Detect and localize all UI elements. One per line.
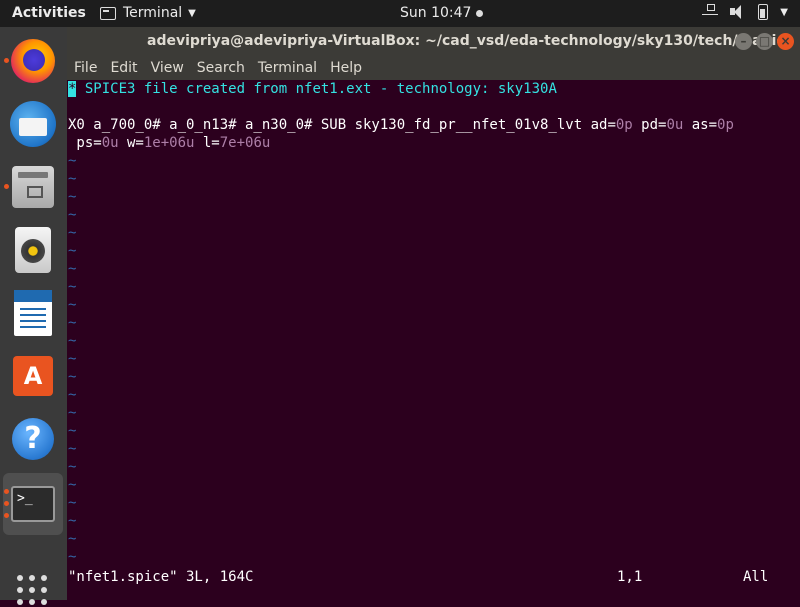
menu-terminal[interactable]: Terminal xyxy=(258,60,317,76)
param-value: 0u xyxy=(101,135,119,151)
param-value: 1e+06u xyxy=(143,135,195,151)
software-icon: A xyxy=(13,356,53,396)
param-value: 7e+06u xyxy=(219,135,271,151)
tilde-marker: ~ xyxy=(68,297,77,313)
menu-file[interactable]: File xyxy=(74,60,97,76)
running-indicator xyxy=(4,184,9,189)
system-tray[interactable]: ▼ xyxy=(702,4,788,20)
window-titlebar[interactable]: adevipriya@adevipriya-VirtualBox: ~/cad_… xyxy=(67,27,800,56)
tilde-marker: ~ xyxy=(68,207,77,223)
tilde-marker: ~ xyxy=(68,369,77,385)
activities-button[interactable]: Activities xyxy=(12,5,86,21)
param-value: 0p xyxy=(717,117,734,133)
thunderbird-icon xyxy=(10,101,56,147)
tilde-marker: ~ xyxy=(68,261,77,277)
terminal-content[interactable]: * SPICE3 file created from nfet1.ext - t… xyxy=(67,80,800,600)
network-icon xyxy=(702,4,719,20)
tilde-marker: ~ xyxy=(68,189,77,205)
netlist-text: X0 a_700_0# a_0_n13# a_n30_0# SUB sky130… xyxy=(68,117,616,133)
tilde-marker: ~ xyxy=(68,225,77,241)
menu-edit[interactable]: Edit xyxy=(110,60,137,76)
tilde-marker: ~ xyxy=(68,513,77,529)
dock-rhythmbox[interactable] xyxy=(3,219,63,281)
clock-label: Sun 10:47 xyxy=(400,5,472,21)
dock-help[interactable]: ? xyxy=(3,408,63,470)
battery-icon xyxy=(758,4,769,20)
app-menu[interactable]: Terminal ▼ xyxy=(100,5,196,21)
tilde-marker: ~ xyxy=(68,387,77,403)
tilde-marker: ~ xyxy=(68,315,77,331)
help-icon: ? xyxy=(12,418,54,460)
menu-help[interactable]: Help xyxy=(330,60,362,76)
param-value: 0p xyxy=(615,117,633,133)
tilde-marker: ~ xyxy=(68,243,77,259)
tilde-marker: ~ xyxy=(68,477,77,493)
param-value: 0u xyxy=(666,117,684,133)
editor-line-1: * SPICE3 file created from nfet1.ext - t… xyxy=(68,80,557,98)
close-button[interactable]: × xyxy=(777,33,794,50)
tilde-marker: ~ xyxy=(68,441,77,457)
rhythmbox-icon xyxy=(15,227,51,273)
dock-terminal[interactable]: >_ xyxy=(3,473,63,535)
notification-dot-icon xyxy=(476,9,484,17)
menu-bar: File Edit View Search Terminal Help xyxy=(67,56,800,80)
tilde-marker: ~ xyxy=(68,549,77,565)
tilde-marker: ~ xyxy=(68,495,77,511)
terminal-window: adevipriya@adevipriya-VirtualBox: ~/cad_… xyxy=(67,27,800,600)
dock-thunderbird[interactable] xyxy=(3,93,63,155)
tilde-marker: ~ xyxy=(68,171,77,187)
status-file-info: "nfet1.spice" 3L, 164C xyxy=(68,569,254,585)
dock-firefox[interactable] xyxy=(3,30,63,92)
tilde-marker: ~ xyxy=(68,459,77,475)
running-indicator xyxy=(4,513,9,518)
menu-search[interactable]: Search xyxy=(197,60,245,76)
volume-icon xyxy=(730,4,746,20)
running-indicator xyxy=(4,489,9,494)
menu-view[interactable]: View xyxy=(151,60,184,76)
running-indicator xyxy=(4,501,9,506)
running-indicator xyxy=(4,58,9,63)
tilde-marker: ~ xyxy=(68,405,77,421)
tilde-marker: ~ xyxy=(68,531,77,547)
param-label: pd= xyxy=(632,117,667,133)
system-menu-caret-icon: ▼ xyxy=(780,6,788,18)
writer-icon xyxy=(14,290,52,336)
comment-text: SPICE3 file created from nfet1.ext - tec… xyxy=(76,81,557,97)
files-icon xyxy=(12,166,54,208)
dock: A ? >_ xyxy=(0,27,67,605)
param-label: ps= xyxy=(68,135,102,151)
dock-writer[interactable] xyxy=(3,282,63,344)
tilde-marker: ~ xyxy=(68,351,77,367)
top-bar: Activities Terminal ▼ Sun 10:47 ▼ xyxy=(0,0,800,27)
dock-software[interactable]: A xyxy=(3,345,63,407)
param-label: as= xyxy=(683,117,718,133)
tilde-marker: ~ xyxy=(68,333,77,349)
param-label: w= xyxy=(118,135,144,151)
minimize-button[interactable]: – xyxy=(735,33,752,50)
terminal-mini-icon xyxy=(100,6,116,20)
app-menu-label: Terminal xyxy=(123,5,183,21)
clock[interactable]: Sun 10:47 xyxy=(400,5,484,21)
editor-line-3: X0 a_700_0# a_0_n13# a_n30_0# SUB sky130… xyxy=(68,116,734,134)
maximize-button[interactable]: □ xyxy=(756,33,773,50)
status-scroll-position: All xyxy=(743,569,769,585)
caret-down-icon: ▼ xyxy=(188,7,196,19)
show-apps-icon[interactable] xyxy=(17,575,49,607)
tilde-marker: ~ xyxy=(68,423,77,439)
dock-files[interactable] xyxy=(3,156,63,218)
firefox-icon xyxy=(11,39,55,83)
editor-line-3-wrap: ps=0u w=1e+06u l=7e+06u xyxy=(68,134,270,152)
param-label: l= xyxy=(194,135,220,151)
window-title: adevipriya@adevipriya-VirtualBox: ~/cad_… xyxy=(147,33,785,49)
status-cursor-position: 1,1 xyxy=(617,569,643,585)
terminal-icon: >_ xyxy=(11,486,55,522)
tilde-marker: ~ xyxy=(68,279,77,295)
tilde-marker: ~ xyxy=(68,153,77,169)
